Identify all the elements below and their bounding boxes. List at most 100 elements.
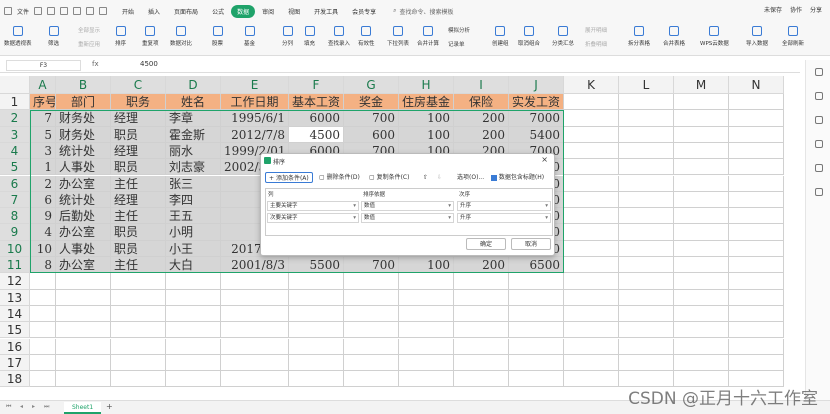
empty-cell[interactable]	[30, 322, 56, 339]
empty-cell[interactable]	[619, 338, 674, 355]
empty-cell[interactable]	[344, 354, 399, 372]
column-header-E[interactable]: E	[221, 76, 289, 94]
refresh-button[interactable]: 全部刷新	[782, 26, 804, 47]
add-sheet-icon[interactable]: +	[106, 402, 113, 411]
cell-E11[interactable]: 2001/8/3	[221, 257, 289, 274]
merge-calc-button[interactable]: 合并计算	[417, 26, 439, 47]
cell-B11[interactable]: 办公室	[56, 257, 111, 274]
column-header-J[interactable]: J	[509, 76, 564, 94]
prev-sheet-icon[interactable]: ◂	[20, 403, 23, 410]
options-button[interactable]: 选项(O)...	[457, 172, 484, 183]
empty-cell[interactable]	[30, 305, 56, 323]
row-header-4[interactable]: 4	[0, 142, 30, 160]
collapse-button[interactable]: 折叠明细	[585, 40, 607, 48]
cell-D9[interactable]: 小明	[166, 224, 221, 241]
empty-cell[interactable]	[674, 208, 729, 225]
tab-6[interactable]: 视图	[281, 5, 307, 18]
split-table-button[interactable]: 拆分表格	[628, 26, 650, 47]
cell-C4[interactable]: 经理	[111, 142, 166, 160]
primary-order-select[interactable]: 升序 ▾	[457, 201, 551, 211]
filter-button[interactable]: 筛选	[48, 26, 59, 47]
empty-cell[interactable]	[674, 257, 729, 274]
menu-icon[interactable]	[4, 7, 12, 15]
empty-cell[interactable]	[111, 322, 166, 339]
row-header-7[interactable]: 7	[0, 191, 30, 209]
row-header-10[interactable]: 10	[0, 240, 30, 257]
empty-cell[interactable]	[166, 273, 221, 290]
cell-E2[interactable]: 1995/6/1	[221, 110, 289, 127]
cell-B5[interactable]: 人事处	[56, 159, 111, 176]
cell-A10[interactable]: 10	[30, 240, 56, 257]
empty-cell[interactable]	[674, 224, 729, 241]
close-icon[interactable]: ×	[541, 155, 548, 164]
row-header-16[interactable]: 16	[0, 338, 30, 355]
empty-cell[interactable]	[619, 94, 674, 111]
group-button[interactable]: 创建组	[492, 26, 509, 47]
collab-button[interactable]: 协作	[790, 5, 802, 14]
cell-D4[interactable]: 丽水	[166, 142, 221, 160]
empty-cell[interactable]	[564, 94, 619, 111]
cell-A2[interactable]: 7	[30, 110, 56, 127]
cell-H2[interactable]: 100	[399, 110, 454, 127]
undo-icon[interactable]	[86, 7, 95, 15]
cell-G11[interactable]: 700	[344, 257, 399, 274]
empty-cell[interactable]	[166, 322, 221, 339]
import-button[interactable]: 导入数据	[746, 26, 768, 47]
empty-cell[interactable]	[399, 338, 454, 355]
empty-cell[interactable]	[166, 371, 221, 388]
empty-cell[interactable]	[674, 338, 729, 355]
empty-cell[interactable]	[674, 142, 729, 160]
empty-cell[interactable]	[344, 305, 399, 323]
empty-cell[interactable]	[619, 159, 674, 176]
empty-cell[interactable]	[674, 322, 729, 339]
panel-icon-4[interactable]	[815, 140, 823, 148]
row-header-6[interactable]: 6	[0, 175, 30, 192]
empty-cell[interactable]	[454, 354, 509, 372]
empty-cell[interactable]	[564, 338, 619, 355]
empty-cell[interactable]	[166, 305, 221, 323]
empty-cell[interactable]	[674, 289, 729, 306]
empty-cell[interactable]	[454, 322, 509, 339]
cell-A3[interactable]: 5	[30, 126, 56, 143]
empty-cell[interactable]	[619, 273, 674, 290]
column-header-I[interactable]: I	[454, 76, 509, 94]
cell-A6[interactable]: 2	[30, 175, 56, 192]
empty-cell[interactable]	[509, 305, 564, 323]
empty-cell[interactable]	[289, 322, 344, 339]
cell-C9[interactable]: 职员	[111, 224, 166, 241]
empty-cell[interactable]	[619, 240, 674, 257]
empty-cell[interactable]	[729, 322, 784, 339]
panel-icon-2[interactable]	[815, 92, 823, 100]
empty-cell[interactable]	[674, 110, 729, 127]
empty-cell[interactable]	[674, 94, 729, 111]
secondary-key-select[interactable]: 次要关键字 ▾	[267, 213, 359, 223]
fill-button[interactable]: 填充	[304, 26, 315, 47]
reapply-button[interactable]: 重新应用	[78, 40, 100, 48]
cell-D5[interactable]: 刘志豪	[166, 159, 221, 176]
cell-H11[interactable]: 100	[399, 257, 454, 274]
cell-C8[interactable]: 主任	[111, 208, 166, 225]
empty-cell[interactable]	[56, 354, 111, 372]
primary-key-select[interactable]: 主要关键字 ▾	[267, 201, 359, 211]
empty-cell[interactable]	[454, 289, 509, 306]
tab-4[interactable]: 数据	[231, 4, 256, 18]
split-column-button[interactable]: 分列	[282, 26, 293, 47]
row-header-13[interactable]: 13	[0, 289, 30, 306]
empty-cell[interactable]	[30, 289, 56, 306]
empty-cell[interactable]	[289, 354, 344, 372]
cell-B8[interactable]: 后勤处	[56, 208, 111, 225]
expand-button[interactable]: 展开明细	[585, 26, 607, 34]
empty-cell[interactable]	[221, 338, 289, 355]
cell-B4[interactable]: 统计处	[56, 142, 111, 160]
primary-basis-select[interactable]: 数值 ▾	[361, 201, 454, 211]
empty-cell[interactable]	[454, 273, 509, 290]
empty-cell[interactable]	[619, 191, 674, 209]
empty-cell[interactable]	[619, 224, 674, 241]
empty-cell[interactable]	[564, 240, 619, 257]
empty-cell[interactable]	[399, 273, 454, 290]
secondary-basis-select[interactable]: 数值 ▾	[361, 213, 454, 223]
ungroup-button[interactable]: 取消组合	[518, 26, 540, 47]
cell-H3[interactable]: 100	[399, 126, 454, 143]
empty-cell[interactable]	[674, 240, 729, 257]
cell-A9[interactable]: 4	[30, 224, 56, 241]
